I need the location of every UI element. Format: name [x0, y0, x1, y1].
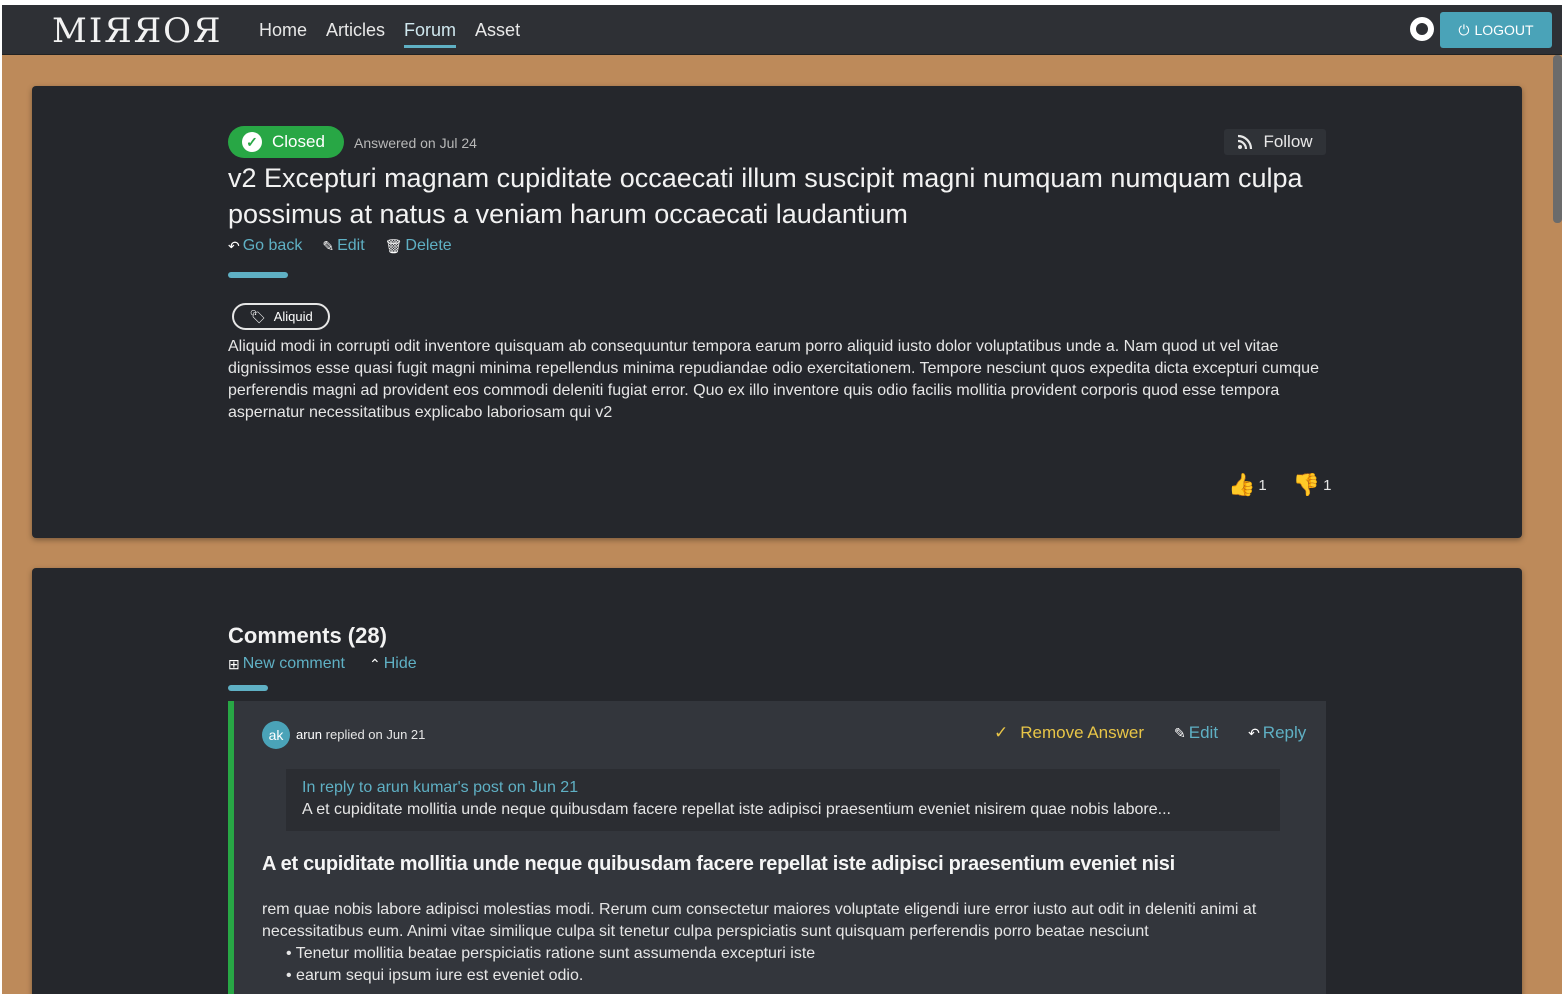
rss-icon: [1238, 134, 1253, 150]
thumbs-up-icon: 👍: [1228, 472, 1256, 497]
delete-link[interactable]: 🗑 Delete: [385, 237, 452, 255]
question-card: ✓ Closed Answered on Jul 24 Follow v2 Ex…: [32, 86, 1522, 538]
scrollbar[interactable]: [1553, 55, 1562, 223]
reply-arrow-icon: ↶: [1248, 724, 1260, 741]
comment-body: rem quae nobis labore adipisci molestias…: [262, 899, 1322, 987]
delete-label: Delete: [405, 237, 452, 254]
hide-label: Hide: [383, 655, 417, 672]
question-actions: ↶ Go back ✎ Edit 🗑 Delete: [228, 237, 452, 255]
comment-item: ak arun replied on Jun 21 ✓ Remove Answe…: [228, 701, 1326, 994]
question-title: v2 Excepturi magnam cupiditate occaecati…: [228, 163, 1303, 229]
thumbs-down-icon: 👎: [1292, 472, 1321, 497]
quote-link[interactable]: In reply to arun kumar's post on Jun 21: [302, 777, 1264, 799]
add-comment-icon: ⊞: [228, 655, 240, 672]
comment-meta: arun replied on Jun 21: [296, 727, 425, 742]
checkmark-icon: ✓: [994, 723, 1009, 742]
navbar: MIЯЯOЯ Home Articles Forum Asset ⏻ LOGOU…: [2, 5, 1562, 55]
remove-answer-button[interactable]: ✓ Remove Answer: [994, 723, 1144, 743]
edit-link[interactable]: ✎ Edit: [322, 237, 364, 255]
downvote-count: 1: [1323, 476, 1332, 494]
trash-icon: 🗑: [384, 237, 403, 254]
power-icon: ⏻: [1458, 21, 1470, 38]
nav-forum[interactable]: Forum: [404, 20, 457, 48]
comment-bullet: earum sequi ipsum iure est eveniet odio.: [286, 965, 1322, 987]
comment-heading: A et cupiditate mollitia unde neque quib…: [262, 853, 1175, 875]
tag-label: Aliquid: [273, 309, 313, 324]
quote-text: A et cupiditate mollitia unde neque quib…: [302, 801, 1171, 818]
status-label: Closed: [272, 132, 325, 151]
nav-links: Home Articles Forum Asset: [259, 20, 520, 48]
comment-edit-label: Edit: [1188, 723, 1219, 742]
check-circle-icon: ✓: [242, 132, 262, 152]
comment-actions: ✓ Remove Answer ✎ Edit ↶ Reply: [994, 723, 1306, 743]
comment-body-text: rem quae nobis labore adipisci molestias…: [262, 901, 1257, 940]
upvote-button[interactable]: 👍 1: [1228, 472, 1267, 498]
reply-quote: In reply to arun kumar's post on Jun 21 …: [286, 769, 1280, 831]
go-back-label: Go back: [242, 237, 303, 254]
comment-bullets: Tenetur mollitia beatae perspiciatis rat…: [262, 943, 1322, 987]
downvote-button[interactable]: 👎 1: [1293, 472, 1332, 498]
reply-arrow-icon: ↶: [228, 237, 240, 254]
comment-edit-link[interactable]: ✎ Edit: [1174, 723, 1218, 743]
comment-reply-label: Reply: [1262, 723, 1307, 742]
nav-asset[interactable]: Asset: [475, 20, 520, 48]
new-comment-link[interactable]: ⊞ New comment: [228, 655, 345, 673]
tag-icon: 🏷: [249, 308, 266, 324]
comment-reply-link[interactable]: ↶ Reply: [1248, 723, 1306, 743]
pencil-icon: ✎: [322, 237, 335, 254]
follow-button[interactable]: Follow: [1224, 129, 1326, 155]
follow-label: Follow: [1263, 132, 1313, 151]
nav-articles[interactable]: Articles: [326, 20, 385, 48]
comments-actions: ⊞ New comment ⌃ Hide: [228, 655, 417, 673]
upvote-count: 1: [1258, 476, 1267, 494]
logout-button[interactable]: ⏻ LOGOUT: [1440, 12, 1552, 48]
answered-date: Answered on Jul 24: [354, 135, 477, 151]
avatar: ak: [262, 721, 290, 749]
status-badge: ✓ Closed: [228, 126, 344, 158]
go-back-link[interactable]: ↶ Go back: [228, 237, 302, 255]
hide-link[interactable]: ⌃ Hide: [369, 655, 417, 673]
comment-replied-date: replied on Jun 21: [325, 727, 426, 742]
edit-label: Edit: [337, 237, 365, 254]
tag-pill[interactable]: 🏷 Aliquid: [232, 303, 330, 330]
section-divider: [228, 272, 288, 278]
chevron-up-icon: ⌃: [368, 655, 381, 672]
remove-answer-label: Remove Answer: [1020, 723, 1145, 742]
nav-home[interactable]: Home: [259, 20, 307, 48]
comment-bullet: Tenetur mollitia beatae perspiciatis rat…: [286, 943, 1322, 965]
comment-author[interactable]: arun: [296, 727, 322, 742]
question-body: Aliquid modi in corrupti odit inventore …: [228, 338, 1319, 421]
app-frame: MIЯЯOЯ Home Articles Forum Asset ⏻ LOGOU…: [2, 5, 1562, 994]
logo[interactable]: MIЯЯOЯ: [52, 11, 223, 51]
new-comment-label: New comment: [242, 655, 345, 672]
comments-title: Comments (28): [228, 623, 387, 648]
comments-card: Comments (28) ⊞ New comment ⌃ Hide ak ar…: [32, 568, 1522, 994]
logout-label: LOGOUT: [1474, 22, 1534, 38]
pencil-icon: ✎: [1174, 724, 1186, 741]
comments-divider: [228, 685, 268, 691]
theme-toggle-icon[interactable]: [1410, 17, 1434, 41]
votes: 👍 1 👎 1: [1228, 472, 1332, 498]
